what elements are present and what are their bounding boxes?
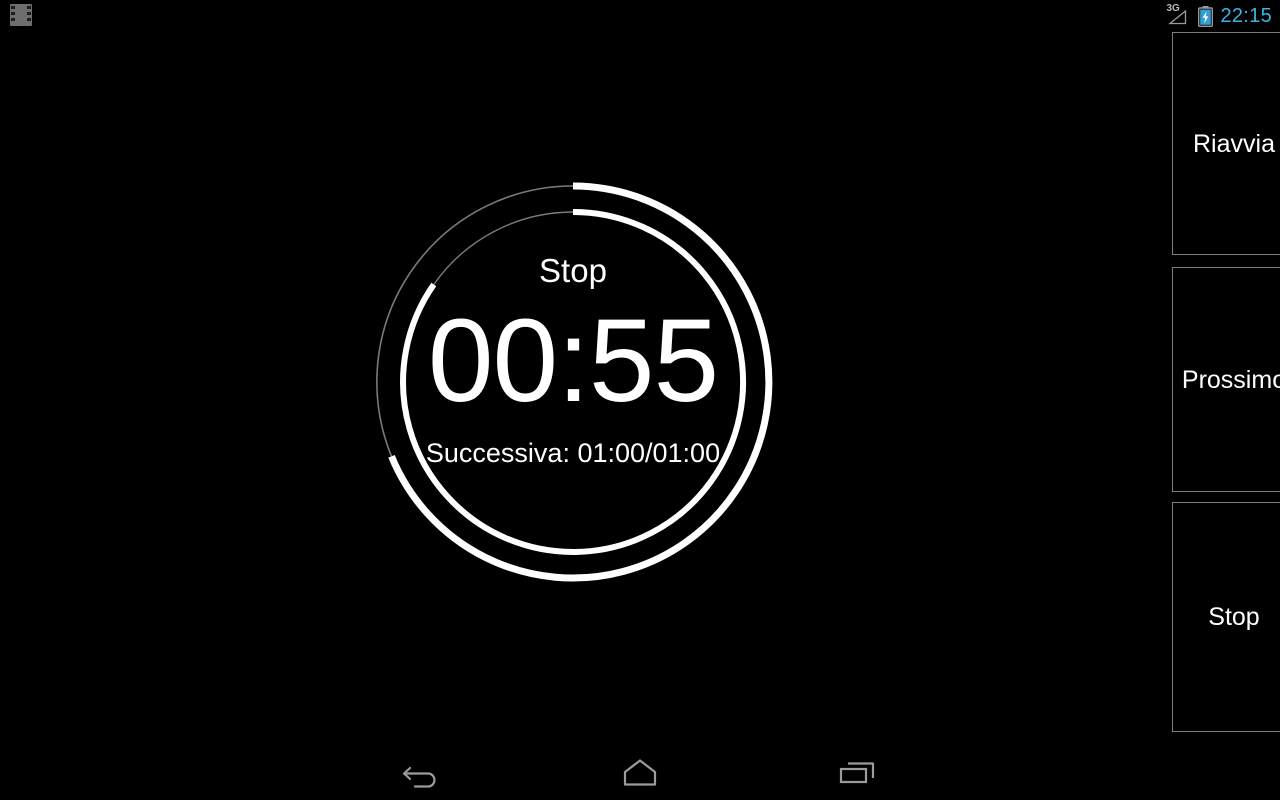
- inner-ring-progress: [400, 209, 747, 555]
- stop-button-label: Stop: [1208, 603, 1260, 631]
- status-bar-clock: 22:15: [1220, 5, 1272, 27]
- device-screen: 3G 22:15 Stop 00:55 Successiva: 01:00/01…: [0, 0, 1280, 800]
- signal-bars-icon: [1168, 10, 1187, 25]
- next-button[interactable]: Prossimo: [1172, 267, 1280, 492]
- restart-button[interactable]: Riavvia: [1172, 32, 1280, 255]
- status-bar-notifications[interactable]: [10, 4, 32, 26]
- next-button-label: Prossimo: [1181, 365, 1280, 394]
- action-button-rail: Riavvia Prossimo Stop: [1150, 32, 1280, 744]
- stop-button[interactable]: Stop: [1172, 502, 1280, 732]
- film-strip-icon[interactable]: [10, 4, 32, 26]
- inner-ring-track: [433, 211, 574, 285]
- outer-ring-progress: [388, 182, 773, 582]
- back-icon[interactable]: [384, 744, 464, 800]
- recents-icon[interactable]: [818, 744, 898, 800]
- timer-progress-rings: [376, 182, 773, 582]
- android-navigation-bar: [0, 744, 1280, 800]
- home-icon[interactable]: [600, 744, 680, 800]
- signal-triangle-icon: 3G: [1165, 4, 1191, 27]
- restart-button-label: Riavvia: [1193, 129, 1275, 158]
- status-bar-system-icons: 3G 22:15: [1165, 0, 1272, 32]
- timer-main-area: Stop 00:55 Successiva: 01:00/01:00: [0, 32, 1150, 744]
- battery-charging-icon: [1198, 5, 1214, 27]
- status-bar: 3G 22:15: [0, 0, 1280, 32]
